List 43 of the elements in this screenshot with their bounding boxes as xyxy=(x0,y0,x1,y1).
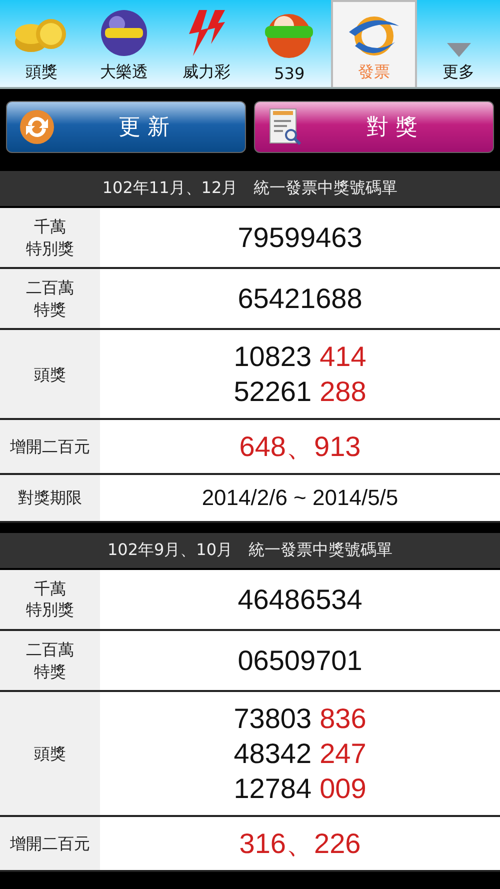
prize-label: 特獎 xyxy=(34,298,66,320)
document-icon xyxy=(267,107,303,147)
prize-label: 千萬 xyxy=(34,578,66,600)
winning-number: 009 xyxy=(320,772,366,806)
winning-number: 414 xyxy=(320,340,366,374)
winning-number: 648、913 xyxy=(239,430,361,464)
prize-label: 特別獎 xyxy=(26,238,74,260)
check-button[interactable]: 對 獎 xyxy=(254,101,494,153)
winning-number: 247 xyxy=(320,737,366,772)
winning-number: 73803 xyxy=(234,702,312,736)
prize-label: 特別獎 xyxy=(26,599,74,622)
winning-number: 10823 xyxy=(234,340,312,374)
prize-label: 二百萬 xyxy=(26,277,74,299)
section-header: 102年11月、12月 統一發票中獎號碼單 xyxy=(0,171,500,208)
refresh-button[interactable]: 更 新 xyxy=(6,101,246,153)
refresh-icon xyxy=(19,109,55,145)
winning-number: 46486534 xyxy=(238,582,362,617)
winning-number: 79599463 xyxy=(238,221,362,256)
tab[interactable]: 539 xyxy=(248,0,331,87)
winning-number: 06509701 xyxy=(238,644,362,678)
tab[interactable]: 頭獎 xyxy=(0,0,83,87)
prize-label: 增開二百元 xyxy=(10,436,90,458)
date-range: 2014/2/6 ~ 2014/5/5 xyxy=(202,484,398,512)
prize-label: 千萬 xyxy=(34,216,66,238)
prize-label: 特獎 xyxy=(34,660,66,682)
section-header: 102年9月、10月 統一發票中獎號碼單 xyxy=(0,532,500,570)
prize-label: 增開二百元 xyxy=(10,832,90,855)
prize-label: 頭獎 xyxy=(34,742,66,765)
winning-number: 836 xyxy=(320,702,366,736)
winning-number: 316、226 xyxy=(239,827,361,862)
winning-number: 48342 xyxy=(234,737,312,772)
ball-icon xyxy=(99,8,149,58)
prize-label: 頭獎 xyxy=(34,364,66,386)
winning-number: 52261 xyxy=(234,375,312,410)
tab[interactable]: 更多 xyxy=(417,0,500,87)
winning-number: 12784 xyxy=(234,772,312,806)
prize-label: 對獎期限 xyxy=(18,487,82,509)
prize-label: 二百萬 xyxy=(26,639,74,661)
winning-number: 65421688 xyxy=(238,282,362,316)
caret-icon xyxy=(446,42,472,58)
winning-number: 288 xyxy=(320,375,366,410)
tab[interactable]: 威力彩 xyxy=(165,0,248,87)
tab[interactable]: 大樂透 xyxy=(82,0,166,87)
